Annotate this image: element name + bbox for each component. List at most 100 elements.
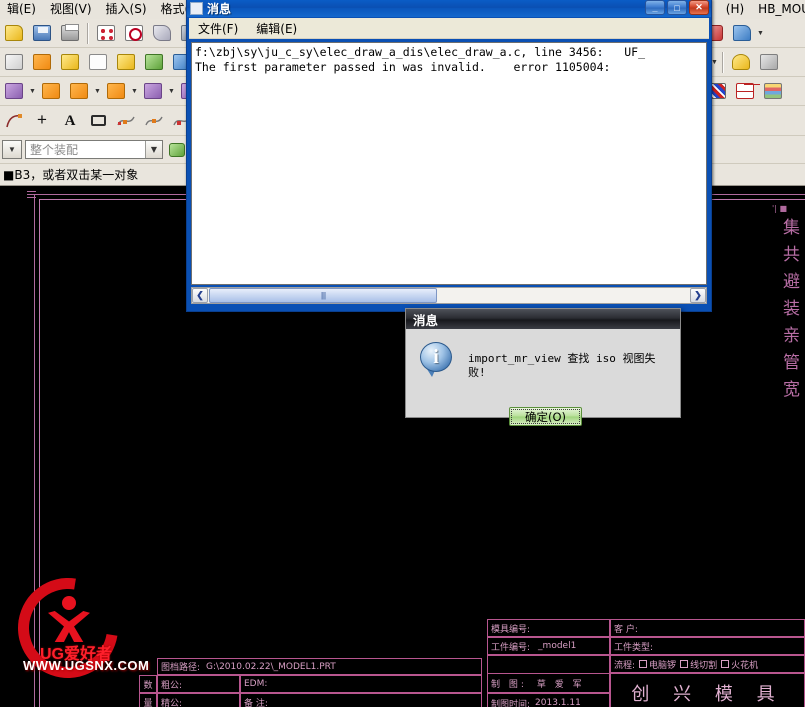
- titleblock-mold-no: 模具编号:: [487, 619, 610, 637]
- revolve-icon[interactable]: [113, 50, 139, 75]
- info-icon-glyph: i: [433, 345, 439, 368]
- toolbar-separator: [722, 51, 724, 73]
- info-icon: i: [420, 342, 454, 378]
- titleblock-customer: 客 户:: [610, 619, 805, 637]
- titleblock-quantity-2: 量: [139, 693, 157, 707]
- ok-button[interactable]: 确定(O): [509, 407, 582, 426]
- point-icon[interactable]: +: [29, 108, 55, 133]
- titleblock-drawn-by: 制 图: 草 爱 军: [487, 673, 610, 693]
- chevron-down-icon[interactable]: ▼: [167, 79, 176, 104]
- minimize-button[interactable]: _: [645, 0, 665, 15]
- titleblock-date: 制图时间: 2013.1.11: [487, 693, 610, 707]
- rotate-icon[interactable]: [149, 21, 175, 46]
- fit-view-icon[interactable]: [93, 21, 119, 46]
- sketch-icon[interactable]: [1, 50, 27, 75]
- message-dialog[interactable]: 消息 i import_mr_view 查找 iso 视图失败! 确定(O): [405, 308, 681, 426]
- rectangle-icon[interactable]: [85, 108, 111, 133]
- save-icon[interactable]: [29, 21, 55, 46]
- offset-face-icon[interactable]: [103, 79, 129, 104]
- process-option-0: 电脑锣: [649, 660, 677, 671]
- open-icon[interactable]: [1, 21, 27, 46]
- process-label: 流程:: [614, 660, 636, 671]
- taper-icon[interactable]: [1, 79, 27, 104]
- menu-item-insert[interactable]: 插入(S): [99, 0, 154, 19]
- horizontal-scrollbar[interactable]: ❮ |||| ❯: [191, 287, 707, 304]
- window-icon: [190, 1, 203, 15]
- message-dialog-text: import_mr_view 查找 iso 视图失败!: [468, 352, 656, 379]
- print-icon[interactable]: [57, 21, 83, 46]
- message-window-menubar: 文件(F) 编辑(E): [189, 18, 709, 39]
- drawing-corner-tick: [27, 191, 36, 192]
- copy-face-icon[interactable]: [66, 79, 92, 104]
- drawn-by-label: 制 图:: [491, 679, 527, 690]
- titleblock-part-no: 工件编号: _model1: [487, 637, 610, 655]
- drawing-corner-label: '| ■: [772, 204, 787, 213]
- resize-icon[interactable]: [140, 79, 166, 104]
- menu-item-hbmould[interactable]: HB_MOULD: [751, 0, 805, 19]
- scroll-right-button[interactable]: ❯: [690, 288, 706, 303]
- chevron-down-icon[interactable]: ▼: [93, 79, 102, 104]
- date-label: 制图时间:: [491, 699, 531, 707]
- titleblock-part-type: 工件类型:: [610, 637, 805, 655]
- chevron-down-icon[interactable]: ▼: [145, 141, 162, 158]
- menu-item-view[interactable]: 视图(V): [43, 0, 99, 19]
- text-icon[interactable]: A: [57, 108, 83, 133]
- chevron-down-icon[interactable]: ▼: [130, 79, 139, 104]
- menu-item-edit[interactable]: 辑(E): [0, 0, 43, 19]
- part-no-value: _model1: [538, 641, 577, 651]
- checkbox-edm[interactable]: [721, 660, 730, 668]
- titleblock-blank: [487, 655, 610, 673]
- titleblock-company: 创 兴 模 具: [610, 673, 805, 707]
- tool-icon[interactable]: [756, 50, 782, 75]
- scrollbar-thumb[interactable]: ||||: [209, 288, 437, 303]
- message-window[interactable]: 消息 _ □ ✕ 文件(F) 编辑(E) f:\zbj\sy\ju_c_sy\e…: [186, 0, 712, 312]
- curve-tool-icon[interactable]: [1, 108, 27, 133]
- drawing-path-value: G:\2010.02.22\_MODEL1.PRT: [206, 661, 336, 672]
- checkbox-cnc[interactable]: [639, 660, 648, 668]
- process-option-2: 火花机: [731, 660, 759, 671]
- chevron-down-icon[interactable]: ▼: [28, 79, 37, 104]
- titleblock-remark: 备 注:: [240, 693, 482, 707]
- assembly-scope-value: 整个装配: [30, 143, 79, 157]
- watermark-logo: UG爱好者 WWW.UGSNX.COM: [0, 558, 149, 698]
- light-icon[interactable]: [728, 50, 754, 75]
- spline2-icon[interactable]: [141, 108, 167, 133]
- filter-dropdown[interactable]: ▼: [2, 140, 22, 159]
- message-log-textarea[interactable]: f:\zbj\sy\ju_c_sy\elec_draw_a_dis\elec_d…: [191, 42, 707, 285]
- sheet-icon[interactable]: [85, 50, 111, 75]
- message-window-titlebar[interactable]: 消息 _ □ ✕: [187, 0, 711, 17]
- titleblock-drawing-path: 图档路径: G:\2010.02.22\_MODEL1.PRT: [157, 658, 482, 675]
- maximize-button[interactable]: □: [667, 0, 687, 15]
- watermark-person-icon: [48, 596, 90, 642]
- date-value: 2013.1.11: [535, 698, 581, 707]
- datum-icon[interactable]: [29, 50, 55, 75]
- delete-face-icon[interactable]: [38, 79, 64, 104]
- paint-icon[interactable]: [729, 21, 755, 46]
- menu-item-edit[interactable]: 编辑(E): [247, 20, 306, 37]
- scroll-left-button[interactable]: ❮: [192, 288, 208, 303]
- titleblock-rough: 粗公:: [157, 675, 240, 693]
- drawing-path-label: 图档路径:: [161, 663, 201, 673]
- watermark-line2: WWW.UGSNX.COM: [23, 658, 150, 673]
- titleblock-fine: 精公:: [157, 693, 240, 707]
- assembly-scope-dropdown[interactable]: 整个装配 ▼: [25, 140, 163, 159]
- menu-item-file[interactable]: 文件(F): [189, 20, 247, 37]
- process-option-1: 线切割: [690, 660, 718, 671]
- status-text: ■B3，或者双击某一对象: [3, 168, 139, 182]
- menu-item-help[interactable]: (H): [719, 0, 751, 19]
- wcs-icon[interactable]: [141, 50, 167, 75]
- chevron-down-icon[interactable]: ▼: [756, 21, 765, 46]
- zoom-icon[interactable]: [121, 21, 147, 46]
- spline-icon[interactable]: [113, 108, 139, 133]
- close-button[interactable]: ✕: [689, 0, 709, 15]
- window-controls: _ □ ✕: [645, 0, 709, 15]
- layer-stack-icon[interactable]: [760, 79, 786, 104]
- checkbox-wirecut[interactable]: [680, 660, 689, 668]
- titleblock-edm: EDM:: [240, 675, 482, 693]
- toolbar-separator: [87, 22, 89, 44]
- drawn-by-value: 草 爱 军: [536, 679, 585, 690]
- extrude-icon[interactable]: [57, 50, 83, 75]
- layer-settings-icon[interactable]: [732, 79, 758, 104]
- message-dialog-title: 消息: [406, 309, 680, 329]
- watermark-head: [62, 596, 76, 610]
